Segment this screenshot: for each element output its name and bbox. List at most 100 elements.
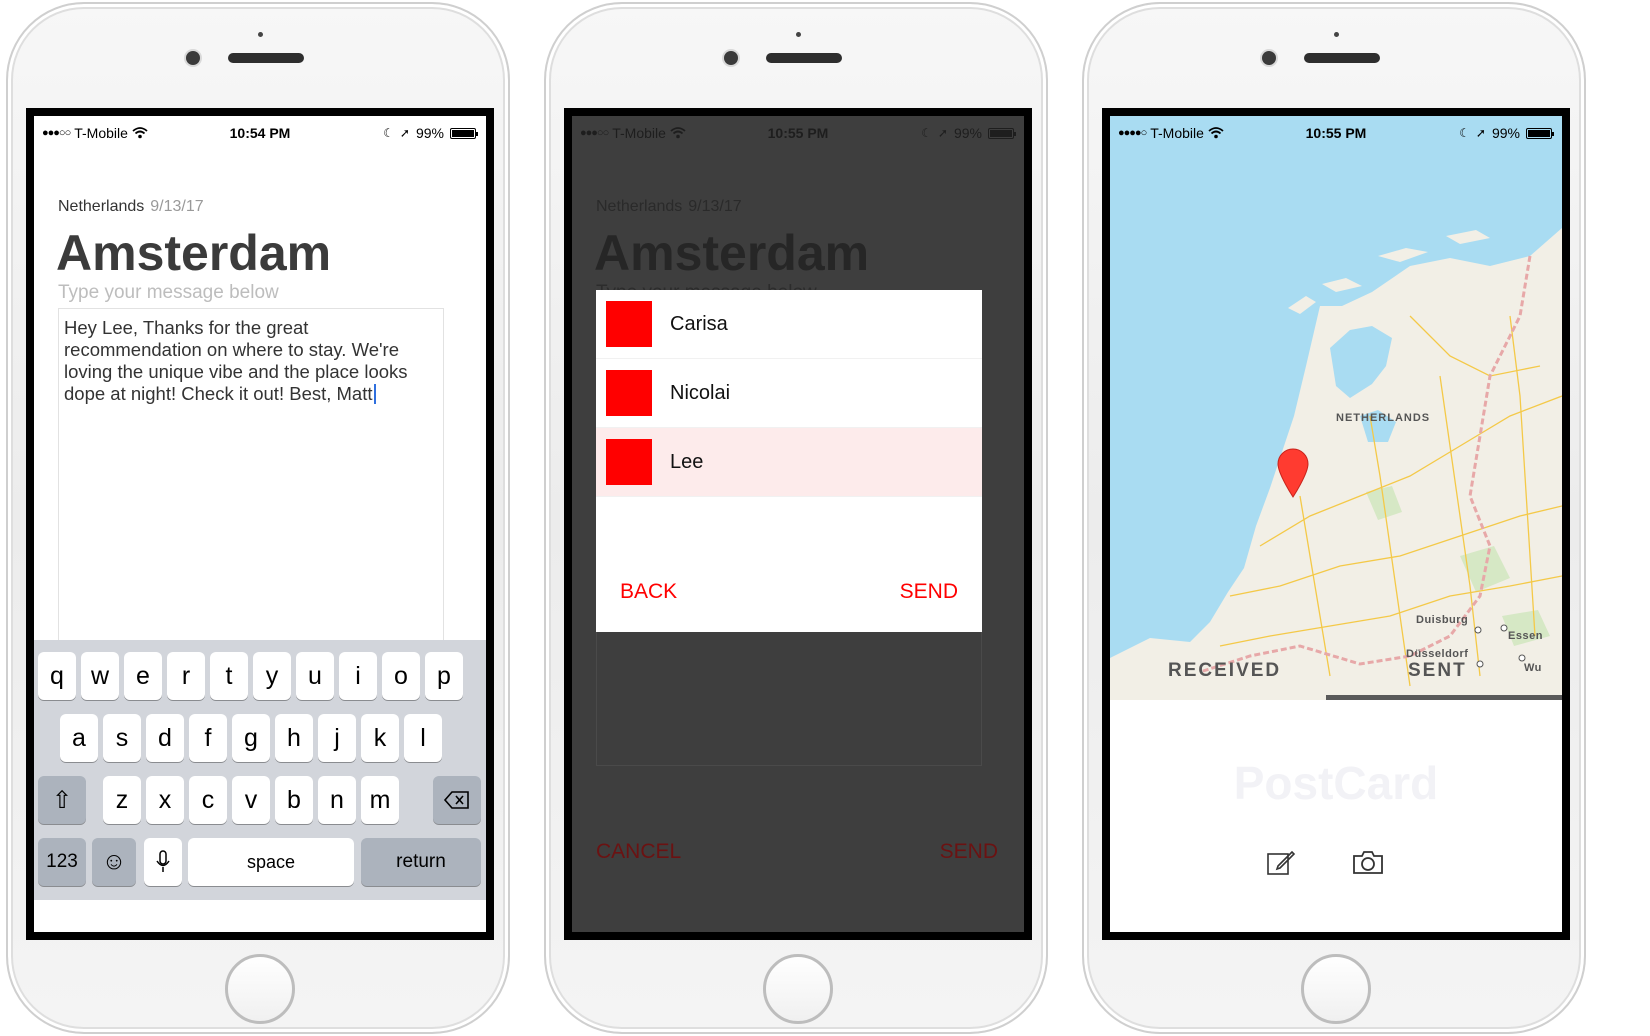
map-country-label: NETHERLANDS [1336, 412, 1431, 424]
text-cursor [373, 384, 376, 404]
dictation-key[interactable] [144, 838, 182, 886]
postcard-meta: Netherlands 9/13/17 [596, 198, 742, 216]
compose-screen: ●●●○○ T-Mobile 10:54 PM ☾ ➚ 99% Netherla… [26, 108, 494, 940]
battery-icon [988, 127, 1016, 139]
map-screen: ●●●●○ T-Mobile 10:55 PM ☾ ➚ 99% NETHERLA… [1102, 108, 1570, 940]
camera-button[interactable] [1352, 848, 1386, 878]
numbers-key[interactable]: 123 [38, 838, 86, 886]
camera-icon [1353, 851, 1383, 874]
key-z[interactable]: z [103, 776, 141, 824]
front-camera [186, 51, 200, 65]
key-x[interactable]: x [146, 776, 184, 824]
battery-icon [450, 127, 478, 139]
home-button[interactable] [763, 954, 833, 1024]
date-label: 9/13/17 [150, 198, 204, 215]
delete-key[interactable] [433, 776, 481, 824]
proximity-sensor [258, 32, 263, 37]
back-button[interactable]: BACK [620, 580, 677, 604]
key-q[interactable]: q [38, 652, 76, 700]
key-u[interactable]: u [296, 652, 334, 700]
space-key[interactable]: space [188, 838, 354, 886]
key-k[interactable]: k [361, 714, 399, 762]
contact-row-selected[interactable]: Lee [596, 428, 982, 497]
key-h[interactable]: h [275, 714, 313, 762]
front-camera [724, 51, 738, 65]
key-m[interactable]: m [361, 776, 399, 824]
app-brand: PostCard [1233, 757, 1439, 809]
sent-progress-bar [1326, 695, 1562, 700]
location-arrow-icon: ➚ [399, 126, 410, 140]
key-b[interactable]: b [275, 776, 313, 824]
message-field[interactable]: Hey Lee, Thanks for the great recommenda… [58, 308, 444, 648]
message-text: Hey Lee, Thanks for the great recommenda… [64, 317, 408, 404]
key-v[interactable]: v [232, 776, 270, 824]
contact-name: Carisa [670, 312, 728, 335]
key-d[interactable]: d [146, 714, 184, 762]
map-view[interactable]: ●●●●○ T-Mobile 10:55 PM ☾ ➚ 99% NETHERLA… [1110, 116, 1562, 700]
map-land [1110, 228, 1562, 700]
map-city-label: Duisburg [1416, 614, 1469, 626]
key-e[interactable]: e [124, 652, 162, 700]
message-hint: Type your message below [58, 282, 279, 303]
key-n[interactable]: n [318, 776, 356, 824]
battery-percent: 99% [953, 125, 982, 141]
key-l[interactable]: l [404, 714, 442, 762]
earpiece-speaker [228, 53, 304, 63]
contact-avatar [606, 370, 652, 416]
battery-percent: 99% [1491, 125, 1520, 141]
key-s[interactable]: s [103, 714, 141, 762]
status-bar: ●●●○○ T-Mobile 10:55 PM ☾ ➚ 99% [572, 116, 1024, 144]
contact-name: Nicolai [670, 381, 731, 404]
received-label: RECEIVED [1168, 660, 1282, 681]
contact-row[interactable]: Carisa [596, 290, 982, 359]
key-i[interactable]: i [339, 652, 377, 700]
send-button[interactable]: SEND [900, 580, 958, 604]
map-pin-icon[interactable] [1276, 448, 1310, 498]
front-camera [1262, 51, 1276, 65]
status-bar: ●●●●○ T-Mobile 10:55 PM ☾ ➚ 99% [1110, 116, 1562, 144]
footer-send-button[interactable]: SEND [940, 840, 998, 864]
battery-percent: 99% [415, 125, 444, 141]
map-city-label: Essen [1508, 630, 1543, 642]
phone-frame-picker: ●●●○○ T-Mobile 10:55 PM ☾ ➚ 99% Netherla… [544, 2, 1048, 1034]
shift-icon: ⇧ [51, 786, 73, 814]
key-c[interactable]: c [189, 776, 227, 824]
recipient-modal: Carisa Nicolai Lee BACK SEND [596, 290, 982, 632]
emoji-key[interactable]: ☺ [92, 838, 136, 886]
compose-button[interactable] [1266, 848, 1300, 878]
page-title: Amsterdam [594, 225, 870, 281]
delete-icon [443, 791, 469, 809]
contact-name: Lee [670, 450, 704, 473]
shift-key[interactable]: ⇧ [38, 776, 86, 824]
key-j[interactable]: j [318, 714, 356, 762]
moon-icon: ☾ [1459, 126, 1470, 140]
key-y[interactable]: y [253, 652, 291, 700]
home-button[interactable] [225, 954, 295, 1024]
emoji-icon: ☺ [101, 848, 127, 875]
key-p[interactable]: p [425, 652, 463, 700]
page-title: Amsterdam [56, 225, 332, 281]
status-bar: ●●●○○ T-Mobile 10:54 PM ☾ ➚ 99% [34, 116, 486, 144]
key-r[interactable]: r [167, 652, 205, 700]
contact-row[interactable]: Nicolai [596, 359, 982, 428]
country-label: Netherlands [58, 198, 145, 215]
country-label: Netherlands [596, 198, 683, 215]
key-f[interactable]: f [189, 714, 227, 762]
phone-frame-compose: ●●●○○ T-Mobile 10:54 PM ☾ ➚ 99% Netherla… [6, 2, 510, 1034]
key-t[interactable]: t [210, 652, 248, 700]
sent-label: SENT [1408, 660, 1467, 681]
key-g[interactable]: g [232, 714, 270, 762]
compose-icon [1267, 850, 1296, 875]
cancel-button[interactable]: CANCEL [596, 840, 681, 864]
key-w[interactable]: w [81, 652, 119, 700]
location-arrow-icon: ➚ [937, 126, 948, 140]
microphone-icon [156, 850, 170, 872]
map-city-label: Düsseldorf [1406, 648, 1469, 660]
return-key[interactable]: return [361, 838, 481, 886]
key-a[interactable]: a [60, 714, 98, 762]
key-o[interactable]: o [382, 652, 420, 700]
postcard-meta: Netherlands 9/13/17 [58, 198, 204, 216]
home-button[interactable] [1301, 954, 1371, 1024]
picker-screen: ●●●○○ T-Mobile 10:55 PM ☾ ➚ 99% Netherla… [564, 108, 1032, 940]
phone-frame-map: ●●●●○ T-Mobile 10:55 PM ☾ ➚ 99% NETHERLA… [1082, 2, 1586, 1034]
